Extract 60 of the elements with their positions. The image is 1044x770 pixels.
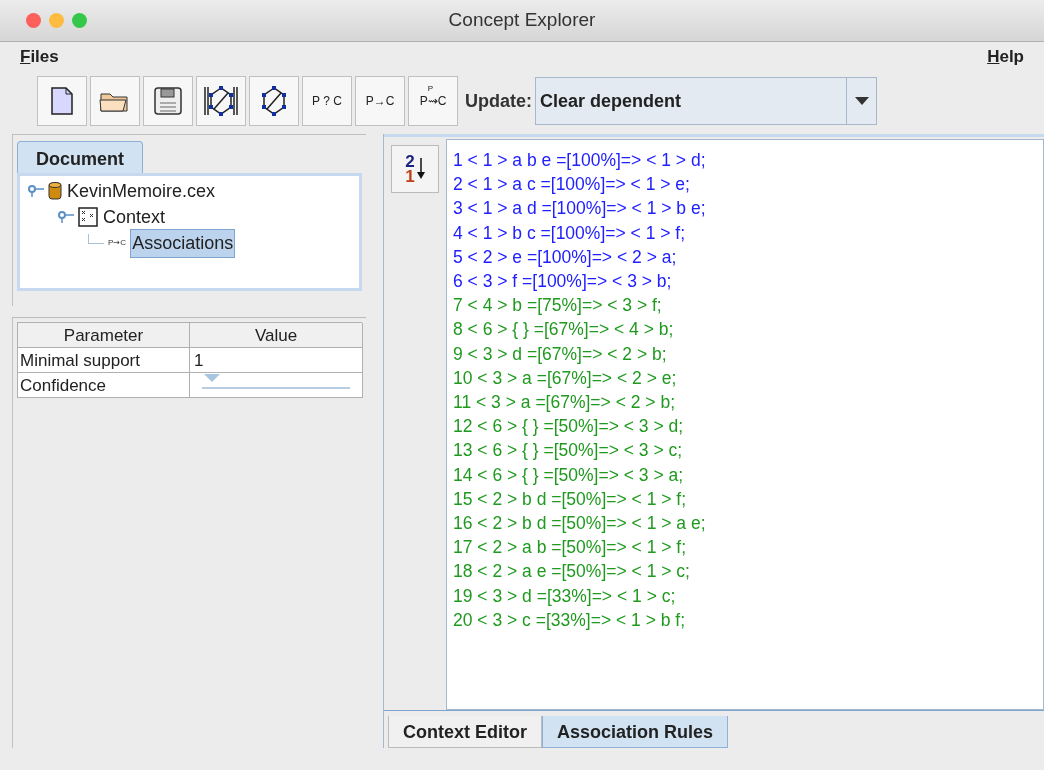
dropdown-arrow-icon [854, 97, 869, 105]
tree-item[interactable]: KevinMemoire.cex [66, 177, 217, 205]
window-title: Concept Explorer [448, 8, 596, 33]
rule-line: 10 < 3 > a =[67%]=> < 2 > e; [453, 366, 678, 390]
lattice-icon [203, 85, 239, 117]
toolbar-button[interactable] [37, 76, 87, 126]
zoom-button[interactable] [72, 13, 87, 28]
toolbar-button[interactable]: P ? C [302, 76, 352, 126]
rule-line: 13 < 6 > { } =[50%]=> < 3 > c; [453, 439, 684, 463]
rule-line: 6 < 3 > f =[100%]=> < 3 > b; [453, 270, 673, 293]
document-tab[interactable]: Document [17, 141, 143, 173]
rule-line: 5 < 2 > e =[100%]=> < 2 > a; [453, 245, 678, 269]
update-label: Update: [465, 89, 532, 113]
rule-line: 11 < 3 > a =[67%]=> < 2 > b; [453, 391, 676, 415]
context-icon [78, 207, 98, 227]
toolbar-button[interactable] [90, 76, 140, 126]
rule-line: 12 < 6 > { } =[50%]=> < 3 > d; [453, 415, 685, 439]
new-file-icon [51, 87, 73, 115]
bottom-tab[interactable]: Context Editor [388, 716, 542, 748]
rule-line: 1 < 1 > a b e =[100%]=> < 1 > d; [453, 149, 707, 172]
parameter-name: Confidence [18, 373, 190, 398]
rule-line: 17 < 2 > a b =[50%]=> < 1 > f; [453, 536, 688, 560]
rule-line: 2 < 1 > a c =[100%]=> < 1 > e; [453, 173, 691, 197]
parameter-value[interactable]: 1 [190, 348, 363, 373]
rule-line: 9 < 3 > d =[67%]=> < 2 > b; [453, 342, 668, 366]
rule-line: 16 < 2 > b d =[50%]=> < 1 > a e; [453, 512, 707, 536]
column-header: Parameter [18, 323, 190, 348]
toolbar-button[interactable]: P P⇝C [408, 76, 458, 126]
update-dropdown[interactable]: Clear dependent [535, 77, 877, 125]
toolbar-button[interactable] [196, 76, 246, 126]
menu-item[interactable]: Help [983, 44, 1028, 70]
rule-line: 15 < 2 > b d =[50%]=> < 1 > f; [453, 487, 688, 511]
rule-line: 18 < 2 > a e =[50%]=> < 1 > c; [453, 560, 691, 584]
rule-line: 14 < 6 > { } =[50%]=> < 3 > a; [453, 463, 685, 487]
rule-line: 8 < 6 > { } =[67%]=> < 4 > b; [453, 318, 675, 342]
toolbar-button[interactable] [143, 76, 193, 126]
expander-icon[interactable] [58, 211, 74, 223]
down-arrow-icon [416, 158, 425, 180]
database-icon [48, 181, 62, 201]
rule-line: 7 < 4 > b =[75%]=> < 3 > f; [453, 294, 663, 318]
tree-line [88, 234, 104, 244]
menu-item[interactable]: Files [16, 44, 63, 70]
lattice-icon [261, 85, 287, 117]
expander-icon[interactable] [28, 185, 44, 197]
rules-icon: P⇝C [108, 239, 127, 247]
parameter-name: Minimal support [18, 348, 190, 373]
rule-line: 19 < 3 > d =[33%]=> < 1 > c; [453, 584, 677, 608]
confidence-slider[interactable] [190, 373, 363, 398]
bottom-tab[interactable]: Association Rules [542, 716, 729, 748]
close-button[interactable] [26, 13, 41, 28]
column-header: Value [190, 323, 363, 348]
rule-line: 20 < 3 > c =[33%]=> < 1 > b f; [453, 608, 687, 632]
rule-line: 4 < 1 > b c =[100%]=> < 1 > f; [453, 221, 687, 245]
save-icon [154, 87, 182, 115]
toolbar-button[interactable] [249, 76, 299, 126]
tree-item[interactable]: Associations [130, 228, 236, 258]
sort-button[interactable]: 2 1 [391, 145, 439, 193]
toolbar-button[interactable]: P→C [355, 76, 405, 126]
rule-line: 3 < 1 > a d =[100%]=> < 1 > b e; [453, 197, 707, 221]
tree-item[interactable]: Context [102, 203, 167, 231]
